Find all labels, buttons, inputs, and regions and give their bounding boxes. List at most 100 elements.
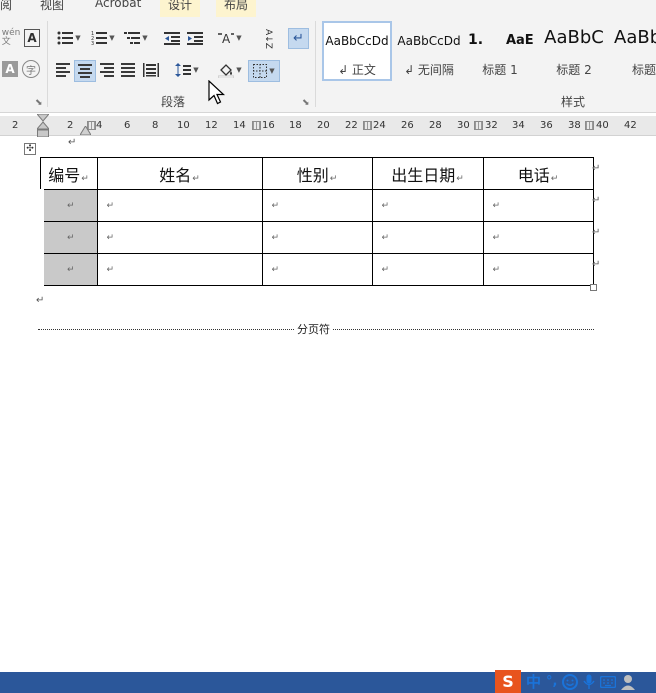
shading-button[interactable]: ▼ [215,60,245,80]
header-cell-name[interactable]: 姓名↵ [96,157,263,190]
table-row: ↵ ↵ ↵ ↵ ↵ [36,189,594,222]
align-center-button[interactable] [74,60,96,82]
chevron-down-icon: ▼ [75,34,81,42]
cell-mark: ↵ [106,265,115,275]
keyboard-icon[interactable] [600,675,617,688]
increase-indent-icon [187,32,203,45]
cell-mark: ↵ [492,201,501,211]
text-direction-icon: A [218,32,235,45]
table-cell[interactable]: ↵ [96,253,263,286]
header-cell-id[interactable]: 编号↵ [39,157,98,190]
tab-layout[interactable]: 布局 [216,0,257,17]
header-cell-gender[interactable]: 性别↵ [261,157,373,190]
paragraph-mark: ↵ [36,295,45,306]
decrease-indent-icon [164,32,180,45]
style-title[interactable]: AaBb 标题 [614,21,656,81]
ime-punctuation-toggle[interactable]: °, [546,674,557,689]
tab-design[interactable]: 设计 [160,0,201,17]
user-icon[interactable] [621,674,636,690]
table-cell[interactable]: ↵ [96,189,263,222]
tab-view[interactable]: 视图 [40,0,64,13]
header-cell-birthdate[interactable]: 出生日期↵ [371,157,484,190]
table-cell[interactable]: ↵ [482,253,594,286]
header-cell-phone[interactable]: 电话↵ [482,157,594,190]
ruler-column-marker[interactable] [363,121,372,130]
table-cell-selected[interactable]: ↵ [36,221,98,254]
table-cell[interactable]: ↵ [261,189,373,222]
table-cell[interactable]: ↵ [261,253,373,286]
group-separator [315,21,316,107]
enclose-characters-icon: 字 [26,65,36,77]
table-cell[interactable]: ↵ [482,221,594,254]
cell-mark: ↵ [456,173,464,184]
sort-icon: A↓Z [263,29,273,49]
borders-button[interactable]: ▼ [248,60,280,82]
style-heading-2[interactable]: AaBbC 标题 2 [538,21,610,81]
decrease-indent-button[interactable] [162,28,182,48]
microphone-icon[interactable] [583,674,596,690]
ime-toolbar[interactable]: S 中 °, [495,670,636,693]
tab-review[interactable]: 阅 [0,0,12,13]
data-table[interactable]: 编号↵ 姓名↵ 性别↵ 出生日期↵ 电话↵ ↵ ↵ ↵ ↵ ↵ ↵ ↵ ↵ ↵ … [36,157,594,286]
mouse-cursor-icon [208,80,226,105]
style-heading-1[interactable]: 1. AaE 标题 1 [468,21,534,81]
ruler-column-marker[interactable] [585,121,594,130]
distributed-button[interactable] [141,60,161,80]
table-move-handle[interactable]: ✣ [24,143,36,155]
bullets-button[interactable]: ▼ [54,28,84,48]
table-cell[interactable]: ↵ [371,221,484,254]
tab-acrobat[interactable]: Acrobat [95,0,141,10]
increase-indent-button[interactable] [185,28,205,48]
cell-mark: ↵ [66,201,75,211]
table-cell-selected[interactable]: ↵ [36,253,98,286]
word-window: 阅 视图 Acrobat 设计 布局 wén文 A A 字 ▼ 123 ▼ ▼ … [0,0,656,693]
ruler-tick: 16 [262,120,275,131]
style-title-name: 标题 [632,63,656,77]
sort-button[interactable]: A↓Z [258,28,278,50]
page-break-label: 分页符 [295,321,332,337]
styles-group-label: 样式 [561,95,586,109]
phonetic-guide-button[interactable]: wén文 [2,27,21,49]
character-border-button[interactable]: A [24,29,40,47]
document-page[interactable]: ✣ ↵ 编号↵ 姓名↵ 性别↵ 出生日期↵ 电话↵ ↵ ↵ ↵ ↵ ↵ ↵ ↵ … [0,137,656,672]
table-resize-handle[interactable] [590,284,597,291]
emoji-icon[interactable] [562,673,579,690]
multilevel-list-button[interactable]: ▼ [121,28,151,48]
chevron-down-icon: ▼ [269,67,275,75]
cell-mark: ↵ [106,233,115,243]
ribbon: wén文 A A 字 ▼ 123 ▼ ▼ A ▼ A↓Z ↵ ▼ ▼ ▼ ⬊ 段… [0,17,656,113]
paint-bucket-icon [218,64,235,78]
horizontal-ruler[interactable]: 2 2 4 6 8 10 12 14 16 18 20 22 24 26 28 … [0,116,656,136]
sogou-logo-icon[interactable]: S [495,670,521,693]
ime-mode-toggle[interactable]: 中 [526,671,541,692]
table-cell[interactable]: ↵ [371,189,484,222]
ruler-tick: 2 [67,120,74,131]
ruler-tick: 34 [512,120,525,131]
table-cell[interactable]: ↵ [96,221,263,254]
line-spacing-button[interactable]: ▼ [172,60,202,80]
table-cell-selected[interactable]: ↵ [36,189,98,222]
ruler-tick: 30 [457,120,470,131]
move-arrows-icon: ✣ [26,144,34,154]
table-cell[interactable]: ↵ [482,189,594,222]
show-hide-marks-button[interactable]: ↵ [288,28,309,49]
numbering-button[interactable]: 123 ▼ [88,28,118,48]
ruler-column-marker[interactable] [252,121,261,130]
text-direction-button[interactable]: A ▼ [215,28,245,48]
style-normal[interactable]: AaBbCcDd ↲ 正文 [322,21,392,81]
table-cell[interactable]: ↵ [261,221,373,254]
justify-button[interactable] [119,60,137,80]
enclose-characters-button[interactable]: 字 [22,60,40,78]
ruler-column-marker[interactable] [474,121,483,130]
align-right-icon [100,63,114,77]
ruler-tick: 40 [596,120,609,131]
paragraph-dialog-launcher-icon[interactable]: ⬊ [302,98,310,108]
cell-mark: ↵ [492,265,501,275]
character-shading-button[interactable]: A [2,61,18,77]
table-cell[interactable]: ↵ [371,253,484,286]
style-no-spacing[interactable]: AaBbCcDd ↲ 无间隔 [394,21,464,81]
align-left-button[interactable] [54,60,72,80]
font-dialog-launcher-icon[interactable]: ⬊ [35,98,43,108]
right-indent-marker-icon[interactable] [80,126,91,135]
align-right-button[interactable] [98,60,116,80]
